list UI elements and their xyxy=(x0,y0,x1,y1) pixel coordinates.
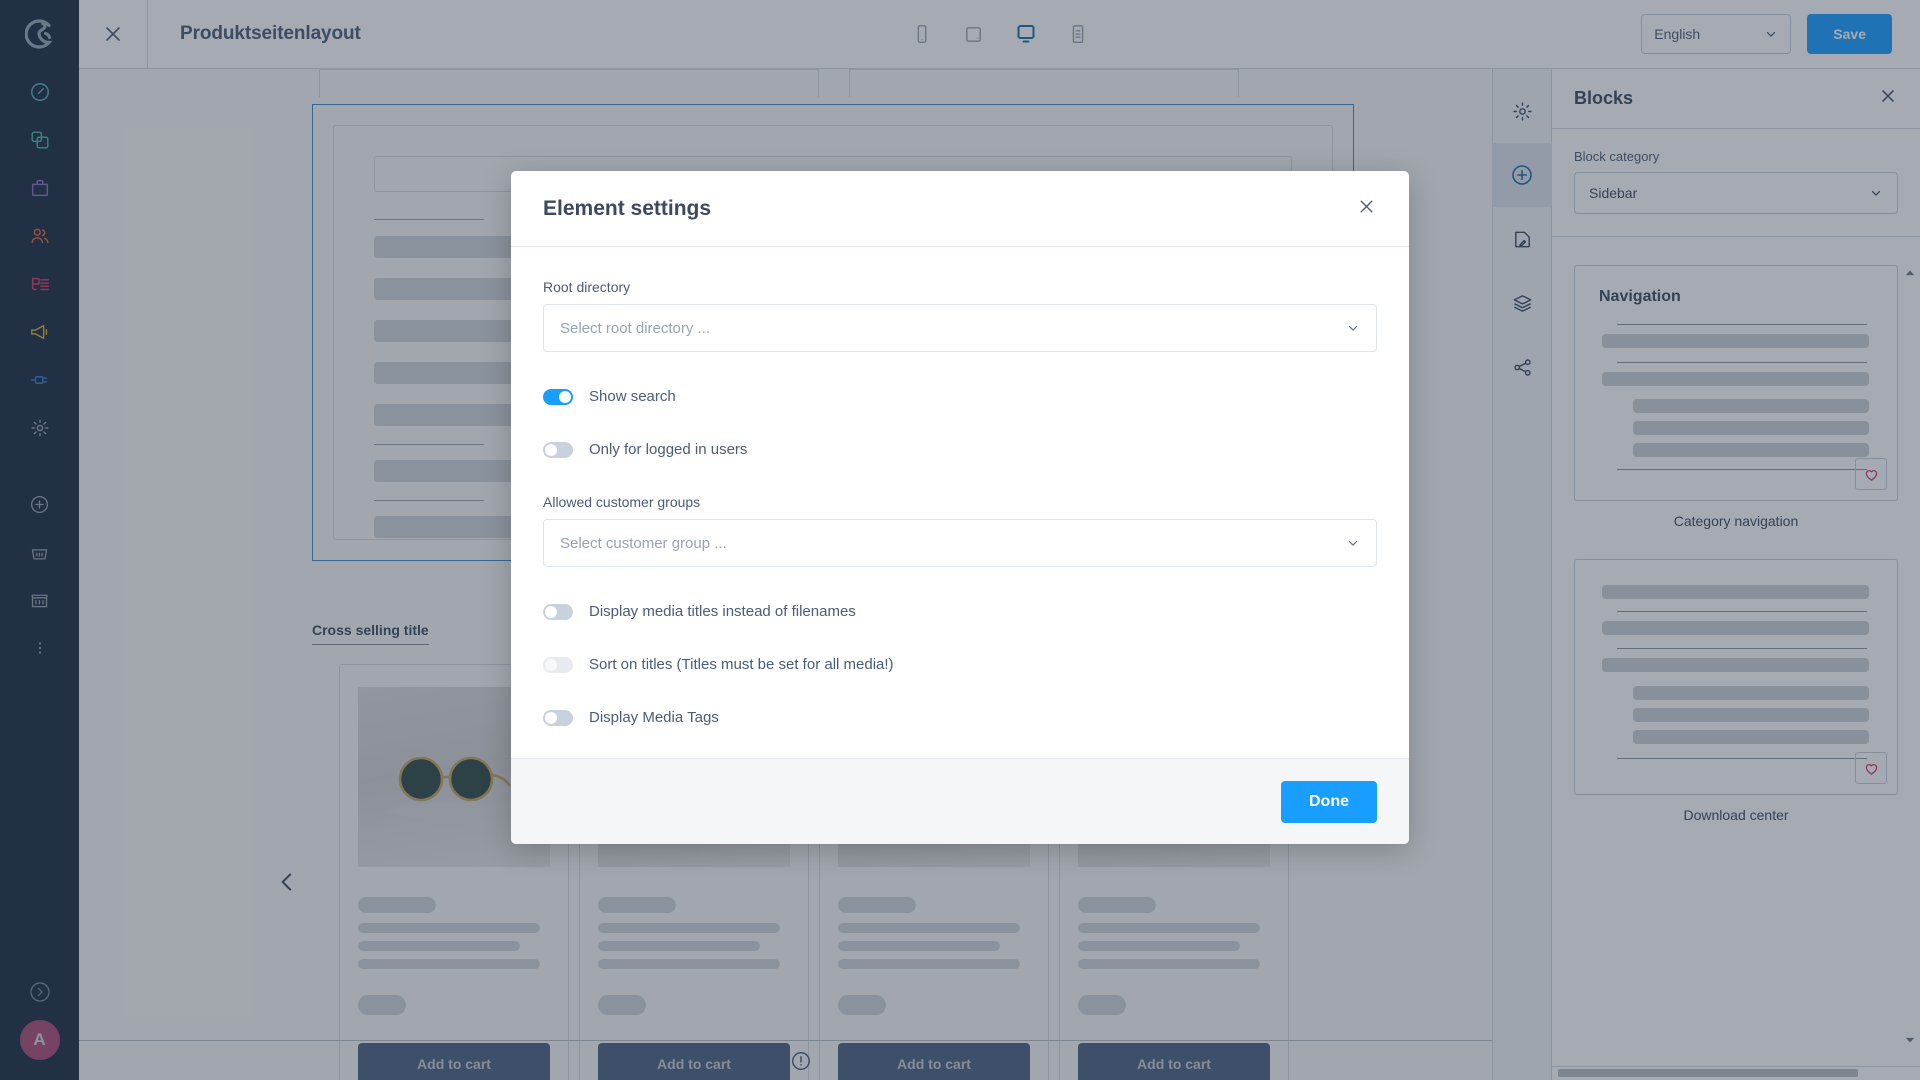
allowed-customer-groups-placeholder: Select customer group ... xyxy=(560,534,727,552)
root-directory-field: Root directory Select root directory ... xyxy=(543,279,1377,352)
toggle-display-media-titles[interactable]: Display media titles instead of filename… xyxy=(543,603,1377,620)
allowed-customer-groups-field: Allowed customer groups Select customer … xyxy=(543,494,1377,567)
toggle-switch[interactable] xyxy=(543,603,573,620)
modal-close-button[interactable] xyxy=(1356,196,1377,222)
toggle-label: Sort on titles (Titles must be set for a… xyxy=(589,656,894,673)
root-directory-label: Root directory xyxy=(543,279,631,295)
element-settings-modal: Element settings Root directory Select r… xyxy=(511,171,1409,844)
toggle-switch[interactable] xyxy=(543,709,573,726)
toggle-knob xyxy=(559,390,571,403)
toggle-label: Only for logged in users xyxy=(589,441,748,458)
chevron-down-icon xyxy=(1348,540,1358,546)
modal-footer: Done xyxy=(511,758,1409,844)
toggle-label: Display media titles instead of filename… xyxy=(589,603,856,620)
done-button[interactable]: Done xyxy=(1281,780,1377,823)
root-directory-placeholder: Select root directory ... xyxy=(560,319,711,337)
page-designer-app: A Produktseitenlayout English Save Cross… xyxy=(0,0,1920,1080)
toggle-switch[interactable] xyxy=(543,441,573,458)
toggle-knob xyxy=(545,443,557,456)
root-directory-select[interactable]: Select root directory ... xyxy=(543,304,1377,352)
toggle-label: Display Media Tags xyxy=(589,709,719,726)
element-settings-modal-overlay: Element settings Root directory Select r… xyxy=(0,0,1920,1080)
toggle-sort-on-titles: Sort on titles (Titles must be set for a… xyxy=(543,656,1377,673)
toggle-switch[interactable] xyxy=(543,388,573,405)
close-icon xyxy=(1360,200,1373,212)
toggle-knob xyxy=(545,605,557,618)
allowed-customer-groups-label: Allowed customer groups xyxy=(543,494,701,510)
toggle-switch xyxy=(543,656,573,673)
toggle-knob xyxy=(545,711,557,724)
chevron-down-icon xyxy=(1348,325,1358,331)
toggle-knob xyxy=(545,658,557,671)
toggle-display-media-tags[interactable]: Display Media Tags xyxy=(543,709,1377,726)
allowed-customer-groups-select[interactable]: Select customer group ... xyxy=(543,519,1377,567)
modal-header: Element settings xyxy=(511,171,1409,247)
toggle-show-search[interactable]: Show search xyxy=(543,388,1377,405)
toggle-only-logged-in[interactable]: Only for logged in users xyxy=(543,441,1377,458)
toggle-label: Show search xyxy=(589,388,676,405)
modal-body: Root directory Select root directory ...… xyxy=(511,247,1409,758)
modal-title: Element settings xyxy=(543,196,712,220)
